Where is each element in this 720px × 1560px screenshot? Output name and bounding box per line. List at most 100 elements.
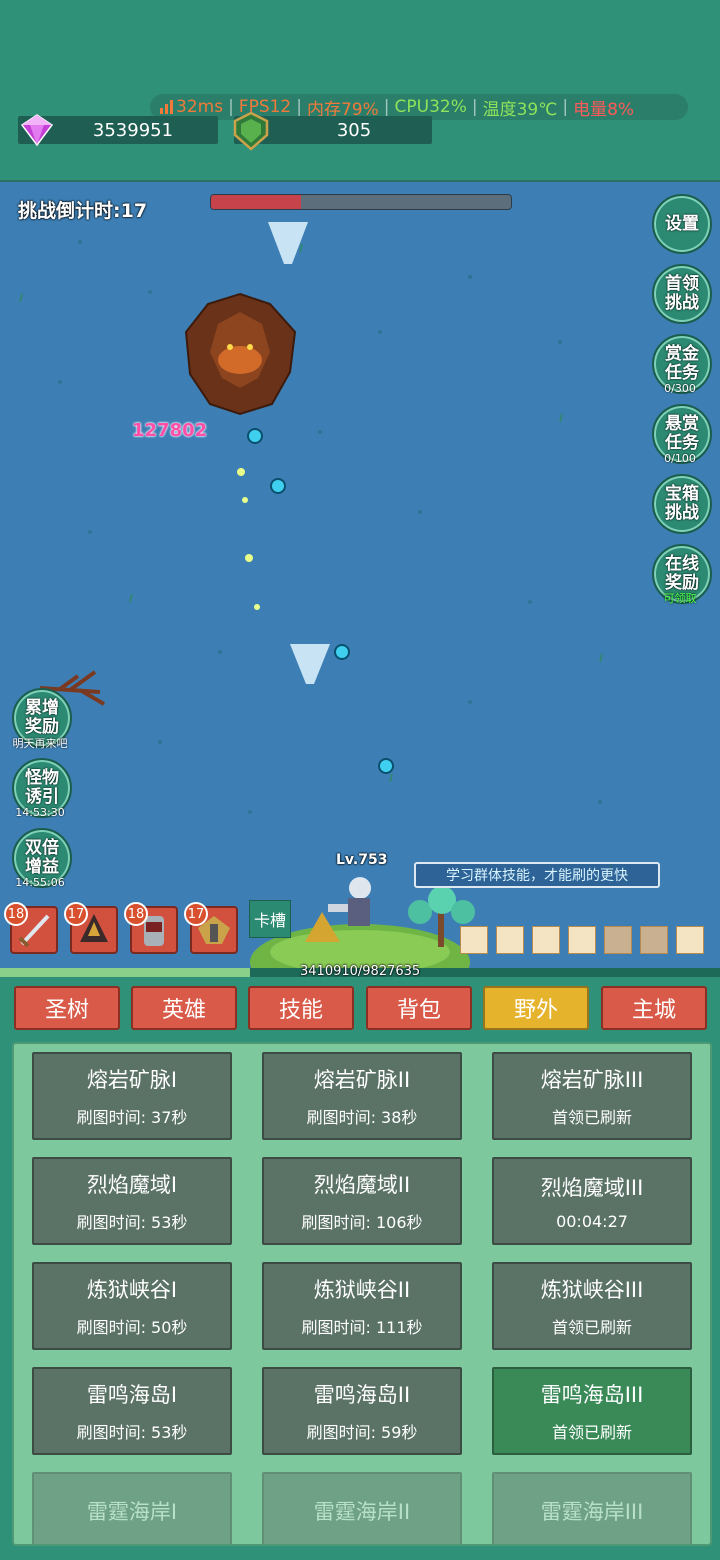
- area-name: 炼狱峡谷II: [313, 1278, 411, 1302]
- area-status: 首领已刷新: [551, 1423, 632, 1442]
- area-card[interactable]: 炼狱峡谷III 首领已刷新: [492, 1262, 692, 1350]
- battle-field: 挑战倒计时:17 127802 设置 首领 挑战 赏金 任务 0/300 悬赏 …: [0, 180, 720, 977]
- card-slot-button[interactable]: 卡槽: [249, 900, 291, 938]
- area-card[interactable]: 烈焰魔域III 00:04:27: [492, 1157, 692, 1245]
- boss-challenge-label-2: 挑战: [665, 293, 699, 313]
- area-status: 刷图时间: 50秒: [76, 1318, 188, 1337]
- area-status: 刷图时间: 38秒: [306, 1108, 418, 1127]
- cumulative-reward-label-1: 累增: [25, 698, 59, 718]
- buff-icon-7: [676, 926, 704, 954]
- area-name: 烈焰魔域II: [313, 1173, 411, 1197]
- tab-backpack-label: 背包: [396, 998, 441, 1023]
- hint-banner: 学习群体技能，才能刷的更快: [414, 862, 660, 888]
- area-card-locked[interactable]: 雷霆海岸I: [32, 1472, 232, 1544]
- area-card[interactable]: 炼狱峡谷I 刷图时间: 50秒: [32, 1262, 232, 1350]
- boss-challenge-button[interactable]: 首领 挑战: [652, 264, 712, 324]
- area-name: 烈焰魔域III: [540, 1175, 644, 1200]
- shield-icon: [233, 111, 269, 151]
- gem-icon: [20, 114, 54, 147]
- area-card[interactable]: 烈焰魔域I 刷图时间: 53秒: [32, 1157, 232, 1245]
- double-gain-label-1: 双倍: [25, 838, 59, 858]
- boss-health-fill: [211, 195, 301, 209]
- double-gain-timer: 14:55:06: [15, 876, 65, 889]
- temperature-text: 温度39℃: [482, 99, 558, 120]
- reward-task-progress: 0/100: [664, 452, 696, 465]
- tab-skills[interactable]: 技能: [248, 986, 354, 1030]
- tab-heroes[interactable]: 英雄: [131, 986, 237, 1030]
- hero-level: Lv.753: [336, 852, 388, 868]
- area-status: 刷图时间: 37秒: [76, 1108, 188, 1127]
- reward-task-label-2: 任务: [665, 433, 699, 453]
- bounty-task-progress: 0/300: [664, 382, 696, 395]
- damage-number: 127802: [132, 420, 208, 441]
- area-status: 刷图时间: 53秒: [76, 1423, 188, 1442]
- area-card[interactable]: 炼狱峡谷II 刷图时间: 111秒: [262, 1262, 462, 1350]
- buff-icon-2: [496, 926, 524, 954]
- cpu-text: CPU32%: [394, 97, 467, 117]
- reward-task-label-1: 悬赏: [665, 414, 699, 434]
- settings-button[interactable]: 设置: [652, 194, 712, 254]
- area-list-panel[interactable]: 熔岩矿脉I 刷图时间: 37秒 熔岩矿脉II 刷图时间: 38秒 熔岩矿脉III 首领…: [12, 1042, 712, 1546]
- online-reward-label-1: 在线: [665, 554, 699, 574]
- area-name: 烈焰魔域I: [86, 1173, 178, 1197]
- area-name: 炼狱峡谷III: [540, 1278, 644, 1302]
- battery-text: 电量8%: [573, 99, 635, 120]
- bounty-task-label-2: 任务: [665, 363, 699, 383]
- tab-backpack[interactable]: 背包: [366, 986, 472, 1030]
- tab-main-city-label: 主城: [631, 998, 676, 1023]
- buff-icon-6: [640, 926, 668, 954]
- tab-main-city[interactable]: 主城: [601, 986, 707, 1030]
- monster-lure-timer: 14:53:30: [15, 806, 65, 819]
- area-card-locked[interactable]: 雷霆海岸II: [262, 1472, 462, 1544]
- area-card[interactable]: 熔岩矿脉II 刷图时间: 38秒: [262, 1052, 462, 1140]
- area-name: 熔岩矿脉II: [313, 1068, 411, 1092]
- projectiles: [247, 428, 394, 774]
- chest-challenge-label-1: 宝箱: [665, 484, 699, 504]
- hero-slot-1-level: 18: [4, 902, 28, 926]
- buff-icon-5: [604, 926, 632, 954]
- tab-holy-tree[interactable]: 圣树: [14, 986, 120, 1030]
- ping-text: 32ms: [176, 97, 224, 117]
- monster-lure-label-2: 诱引: [25, 787, 59, 807]
- experience-fill: [0, 968, 250, 977]
- hero-slot-2-level: 17: [64, 902, 88, 926]
- chest-challenge-button[interactable]: 宝箱 挑战: [652, 474, 712, 534]
- hero-slot-4-level: 17: [184, 902, 208, 926]
- area-name: 炼狱峡谷I: [86, 1278, 178, 1302]
- tornado-effect: [268, 222, 330, 684]
- area-card-locked[interactable]: 雷霆海岸III: [492, 1472, 692, 1544]
- tab-wilderness[interactable]: 野外: [483, 986, 589, 1030]
- area-name: 雷鸣海岛III: [540, 1383, 644, 1407]
- tab-holy-tree-label: 圣树: [44, 998, 89, 1023]
- area-status: 首领已刷新: [551, 1108, 632, 1127]
- area-card[interactable]: 烈焰魔域II 刷图时间: 106秒: [262, 1157, 462, 1245]
- area-card[interactable]: 熔岩矿脉III 首领已刷新: [492, 1052, 692, 1140]
- area-name: 熔岩矿脉I: [86, 1068, 178, 1092]
- area-status: 首领已刷新: [551, 1318, 632, 1337]
- tab-skills-label: 技能: [278, 998, 323, 1023]
- area-status: 刷图时间: 59秒: [306, 1423, 418, 1442]
- area-card[interactable]: 雷鸣海岛I 刷图时间: 53秒: [32, 1367, 232, 1455]
- area-card[interactable]: 雷鸣海岛II 刷图时间: 59秒: [262, 1367, 462, 1455]
- area-name: 熔岩矿脉III: [540, 1068, 644, 1092]
- boss-health-bar: [210, 194, 512, 210]
- boss-monster: [184, 292, 297, 416]
- area-name: 雷霆海岸III: [540, 1500, 644, 1524]
- area-name: 雷鸣海岛II: [313, 1383, 411, 1407]
- area-name: 雷霆海岸I: [86, 1500, 178, 1524]
- experience-text: 3410910/9827635: [300, 964, 421, 977]
- area-card[interactable]: 熔岩矿脉I 刷图时间: 37秒: [32, 1052, 232, 1140]
- buff-icon-1: [460, 926, 488, 954]
- bounty-task-label-1: 赏金: [665, 344, 699, 364]
- hero-character: [328, 877, 371, 926]
- area-name: 雷鸣海岛I: [86, 1383, 178, 1407]
- area-status: 刷图时间: 53秒: [76, 1213, 188, 1232]
- shield-count: 305: [336, 119, 372, 141]
- buff-icon-3: [532, 926, 560, 954]
- challenge-countdown: 挑战倒计时:17: [18, 200, 148, 222]
- area-status: 刷图时间: 106秒: [301, 1213, 423, 1232]
- card-slot-label: 卡槽: [253, 911, 286, 930]
- signal-icon: [160, 100, 173, 114]
- area-card-selected[interactable]: 雷鸣海岛III 首领已刷新: [492, 1367, 692, 1455]
- online-reward-status: 可领取: [663, 592, 697, 605]
